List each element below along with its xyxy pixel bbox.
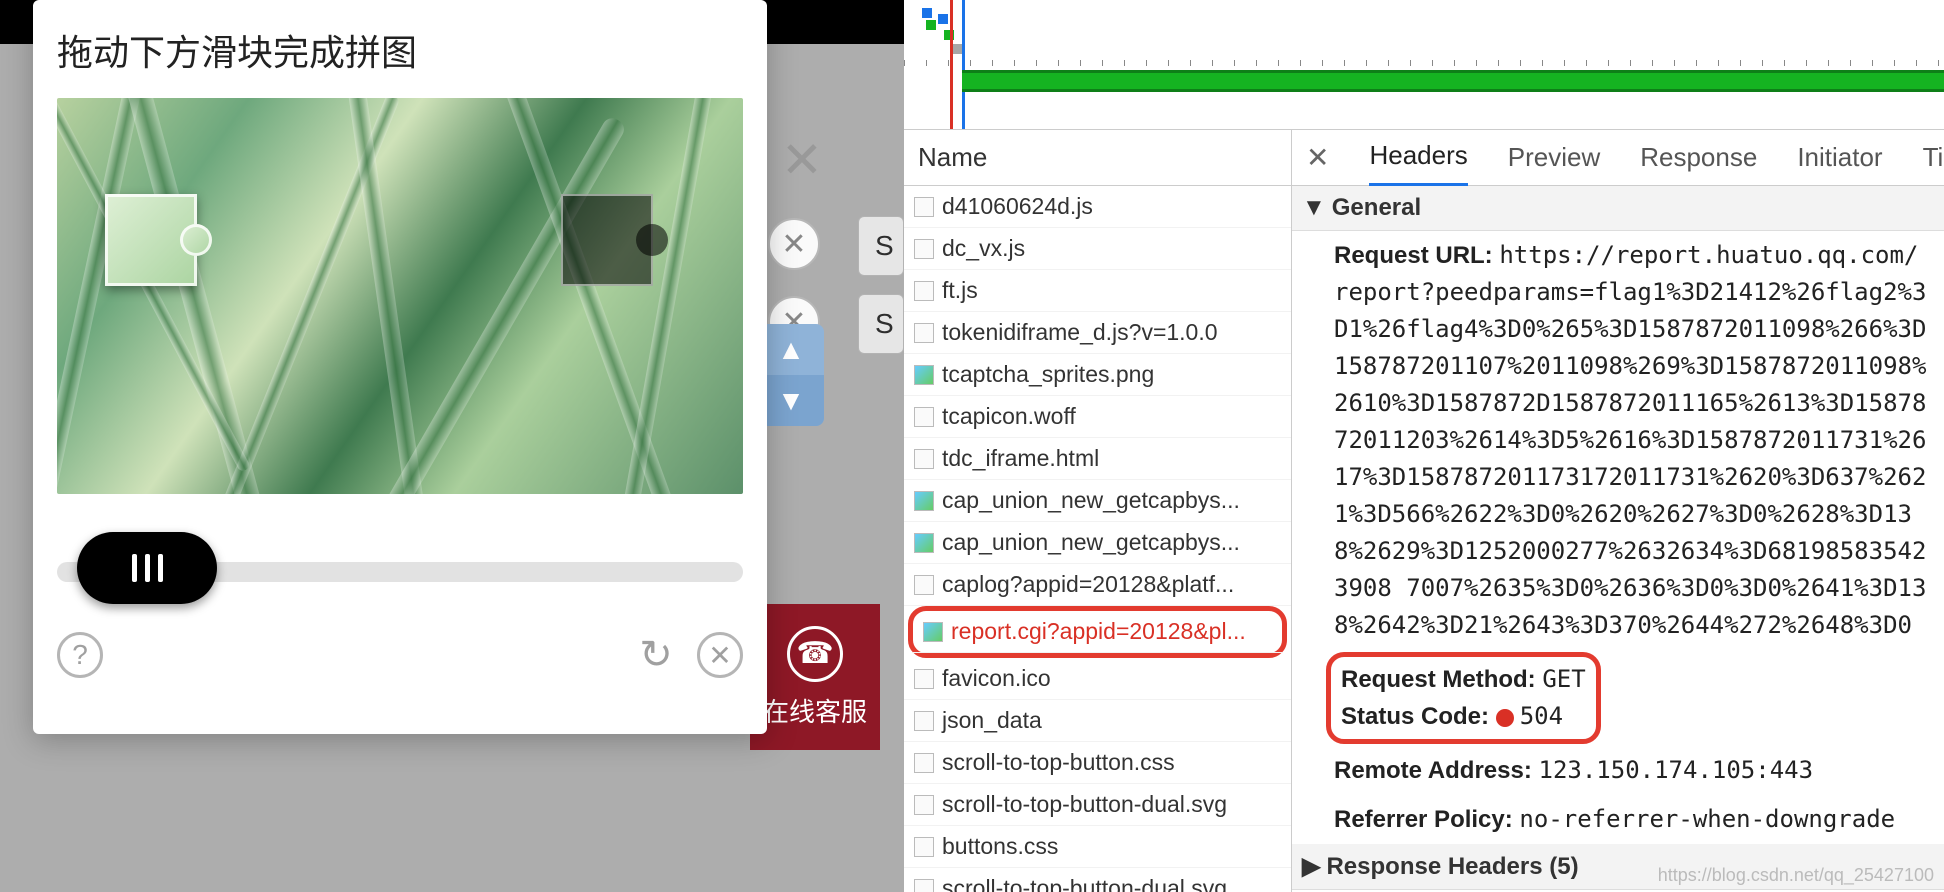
request-name: tdc_iframe.html: [942, 445, 1099, 472]
request-row[interactable]: dc_vx.js: [904, 228, 1291, 270]
column-header-name[interactable]: Name: [904, 130, 1291, 186]
file-icon: [914, 879, 934, 892]
file-icon: [914, 669, 934, 689]
request-name: buttons.css: [942, 833, 1058, 860]
request-row[interactable]: scroll-to-top-button.css: [904, 742, 1291, 784]
vote-box[interactable]: ▲ ▼: [758, 324, 824, 426]
collapse-icon: ▼: [1302, 194, 1326, 222]
request-row[interactable]: tokenidiframe_d.js?v=1.0.0: [904, 312, 1291, 354]
vote-down-icon[interactable]: ▼: [758, 375, 824, 426]
request-row[interactable]: buttons.css: [904, 826, 1291, 868]
field-request-url: Request URL: https://report.huatuo.qq.co…: [1292, 231, 1944, 650]
file-icon: [914, 575, 934, 595]
request-name: scroll-to-top-button.css: [942, 749, 1175, 776]
request-name: scroll-to-top-button-dual.svg: [942, 791, 1227, 818]
section-general[interactable]: ▼ General: [1292, 186, 1944, 231]
field-remote-address: Remote Address: 123.150.174.105:443: [1292, 746, 1944, 795]
request-row[interactable]: scroll-to-top-button-dual.svg: [904, 784, 1291, 826]
devtools-panel: Name d41060624d.js dc_vx.js ft.js tokenidif…: [904, 0, 1944, 892]
request-row[interactable]: tdc_iframe.html: [904, 438, 1291, 480]
close-icon[interactable]: ✕: [697, 632, 743, 678]
request-name: report.cgi?appid=20128&pl...: [951, 618, 1246, 645]
detail-tabs: ✕ Headers Preview Response Initiator Tim…: [1292, 130, 1944, 186]
request-name: d41060624d.js: [942, 193, 1093, 220]
request-row[interactable]: json_data: [904, 700, 1291, 742]
request-name: tokenidiframe_d.js?v=1.0.0: [942, 319, 1218, 346]
tag-chip[interactable]: S: [858, 216, 904, 276]
request-row[interactable]: report.cgi?appid=20128&pl...: [913, 611, 1282, 653]
tag-chip[interactable]: S: [858, 294, 904, 354]
request-detail: ✕ Headers Preview Response Initiator Tim…: [1292, 130, 1944, 892]
file-icon: [914, 795, 934, 815]
support-button[interactable]: ☎ 在线客服: [750, 604, 880, 750]
request-row[interactable]: ft.js: [904, 270, 1291, 312]
file-icon: [914, 753, 934, 773]
tab-initiator[interactable]: Initiator: [1797, 130, 1882, 185]
request-row[interactable]: favicon.ico: [904, 658, 1291, 700]
file-icon: [914, 197, 934, 217]
file-icon: [914, 407, 934, 427]
request-row[interactable]: caplog?appid=20128&platf...: [904, 564, 1291, 606]
refresh-icon[interactable]: ↻: [633, 632, 679, 678]
image-file-icon: [914, 365, 934, 385]
headset-icon: ☎: [787, 626, 843, 682]
image-file-icon: [923, 622, 943, 642]
file-icon: [914, 711, 934, 731]
slider-knob[interactable]: [77, 532, 217, 604]
request-name: cap_union_new_getcapbys...: [942, 487, 1240, 514]
support-label: 在线客服: [763, 692, 867, 729]
request-name: favicon.ico: [942, 665, 1051, 692]
file-icon: [914, 239, 934, 259]
captcha-dialog: 拖动下方滑块完成拼图 ? ↻ ✕: [33, 0, 767, 734]
request-row[interactable]: scroll-to-top-button-dual.svg: [904, 868, 1291, 892]
request-name: tcaptcha_sprites.png: [942, 361, 1154, 388]
help-icon[interactable]: ?: [57, 632, 103, 678]
dismiss-icon[interactable]: ✕: [768, 218, 820, 270]
field-request-method: Request Method: GET: [1341, 661, 1586, 698]
image-file-icon: [914, 533, 934, 553]
request-row[interactable]: tcapicon.woff: [904, 396, 1291, 438]
request-row[interactable]: tcaptcha_sprites.png: [904, 354, 1291, 396]
request-name: cap_union_new_getcapbys...: [942, 529, 1240, 556]
tab-headers[interactable]: Headers: [1369, 130, 1467, 187]
request-name: caplog?appid=20128&platf...: [942, 571, 1234, 598]
request-row[interactable]: d41060624d.js: [904, 186, 1291, 228]
puzzle-piece-target: [561, 194, 653, 286]
file-icon: [914, 449, 934, 469]
file-icon: [914, 281, 934, 301]
request-row[interactable]: cap_union_new_getcapbys...: [904, 522, 1291, 564]
status-dot-icon: [1496, 709, 1514, 727]
request-list: Name d41060624d.js dc_vx.js ft.js tokenidif…: [904, 130, 1292, 892]
field-status-code: Status Code: 504: [1341, 698, 1586, 735]
expand-icon: ▶: [1302, 852, 1320, 881]
request-name: ft.js: [942, 277, 978, 304]
field-referrer-policy: Referrer Policy: no-referrer-when-downgr…: [1292, 795, 1944, 844]
request-name: dc_vx.js: [942, 235, 1025, 262]
image-file-icon: [914, 491, 934, 511]
captcha-slider[interactable]: [57, 532, 743, 604]
file-icon: [914, 837, 934, 857]
vote-up-icon[interactable]: ▲: [758, 324, 824, 375]
tab-timing[interactable]: Timing: [1923, 130, 1944, 185]
file-icon: [914, 323, 934, 343]
captcha-image: [57, 98, 743, 494]
network-timeline[interactable]: [904, 0, 1944, 130]
request-row[interactable]: cap_union_new_getcapbys...: [904, 480, 1291, 522]
captcha-title: 拖动下方滑块完成拼图: [57, 24, 743, 76]
close-panel-icon[interactable]: ✕: [1306, 141, 1329, 174]
puzzle-piece-source[interactable]: [105, 194, 197, 286]
watermark: https://blog.csdn.net/qq_25427100: [1658, 865, 1934, 886]
tab-response[interactable]: Response: [1640, 130, 1757, 185]
request-name: scroll-to-top-button-dual.svg: [942, 875, 1227, 892]
request-name: json_data: [942, 707, 1042, 734]
close-icon[interactable]: ✕: [772, 130, 832, 190]
captcha-footer: ? ↻ ✕: [57, 632, 743, 678]
tab-preview[interactable]: Preview: [1508, 130, 1600, 185]
request-name: tcapicon.woff: [942, 403, 1076, 430]
